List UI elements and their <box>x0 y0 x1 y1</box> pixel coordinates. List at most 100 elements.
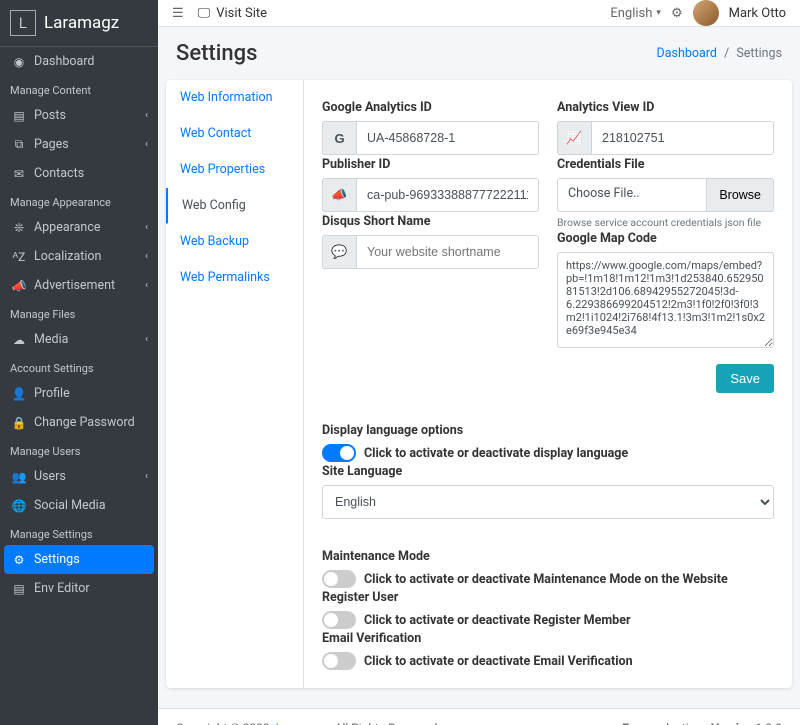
cred-file-label[interactable]: Choose File.. <box>557 178 707 212</box>
tab-pane: Google Analytics ID G Publisher ID 📣 <box>304 98 774 670</box>
monitor-icon: 🖵 <box>198 6 211 21</box>
sidebar-item-env-editor[interactable]: ▤Env Editor <box>0 574 158 603</box>
gauge-icon: ◉ <box>10 55 28 69</box>
version-label: Version <box>711 721 752 725</box>
sidebar-item-social-media[interactable]: 🌐Social Media <box>0 491 158 520</box>
chevron-left-icon: ‹ <box>145 471 148 482</box>
chevron-left-icon: ‹ <box>145 334 148 345</box>
tab-web-backup[interactable]: Web Backup <box>166 224 303 260</box>
settings-card: Web Information Web Contact Web Properti… <box>166 80 792 688</box>
sidebar-item-settings[interactable]: ⚙Settings <box>4 545 154 574</box>
copy-icon: ⧉ <box>10 137 28 152</box>
topnav: ☰ 🖵 Visit Site English ▾ ⚙ Mark Otto <box>158 0 800 27</box>
tab-web-information[interactable]: Web Information <box>166 80 303 116</box>
display-language-toggle-label: Click to activate or deactivate display … <box>364 446 628 461</box>
sidebar-item-posts[interactable]: ▤Posts‹ <box>0 101 158 130</box>
cred-label: Credentials File <box>557 157 774 172</box>
chevron-left-icon: ‹ <box>145 251 148 262</box>
site-lang-label: Site Language <box>322 464 774 479</box>
ga-input[interactable] <box>356 121 539 155</box>
cred-hint: Browse service account credentials json … <box>557 216 774 229</box>
env-label: Env <box>622 721 642 725</box>
lock-icon: 🔒 <box>10 416 28 430</box>
tab-web-config[interactable]: Web Config <box>166 188 303 224</box>
sidebar-item-profile[interactable]: 👤Profile <box>0 379 158 408</box>
email-verification-toggle[interactable] <box>322 652 356 670</box>
rights: All Rights Reserved <box>335 721 438 725</box>
google-icon: G <box>322 121 356 155</box>
gear-icon[interactable]: ⚙ <box>671 6 683 21</box>
breadcrumb-dashboard[interactable]: Dashboard <box>656 46 716 61</box>
wand-icon: ❊ <box>10 221 28 235</box>
footer-brand-link[interactable]: Laramagz <box>276 721 329 725</box>
globe-icon: 🌐 <box>10 499 28 513</box>
sidebar-item-change-password[interactable]: 🔒Change Password <box>0 408 158 437</box>
sidebar-item-appearance[interactable]: ❊Appearance‹ <box>0 213 158 242</box>
users-icon: 👥 <box>10 470 28 484</box>
content-header: Settings Dashboard / Settings <box>158 27 800 80</box>
nav-header-account: Account Settings <box>0 354 158 379</box>
map-textarea[interactable]: https://www.google.com/maps/embed?pb=!1m… <box>557 252 774 348</box>
avatar[interactable] <box>693 0 719 26</box>
bullhorn-icon: 📣 <box>322 178 356 212</box>
file-code-icon: ▤ <box>10 582 28 596</box>
chevron-down-icon: ▾ <box>656 8 661 18</box>
settings-tabs: Web Information Web Contact Web Properti… <box>166 80 304 688</box>
email-verification-toggle-label: Click to activate or deactivate Email Ve… <box>364 654 633 669</box>
tab-web-permalinks[interactable]: Web Permalinks <box>166 260 303 296</box>
visit-site-link[interactable]: 🖵 Visit Site <box>198 6 267 21</box>
footer: Copyright © 2023 Laramagz All Rights Res… <box>158 708 800 725</box>
view-label: Analytics View ID <box>557 100 774 115</box>
version: 1.3.3 <box>755 721 782 725</box>
user-name[interactable]: Mark Otto <box>729 6 786 21</box>
disqus-input[interactable] <box>356 235 539 269</box>
sidebar-item-dashboard[interactable]: ◉Dashboard <box>0 47 158 76</box>
tab-web-properties[interactable]: Web Properties <box>166 152 303 188</box>
nav-header-settings: Manage Settings <box>0 520 158 545</box>
maintenance-toggle[interactable] <box>322 570 356 588</box>
chevron-left-icon: ‹ <box>145 139 148 150</box>
nav-header-users: Manage Users <box>0 437 158 462</box>
chevron-left-icon: ‹ <box>145 280 148 291</box>
tab-web-contact[interactable]: Web Contact <box>166 116 303 152</box>
hdd-icon: ☁ <box>10 333 28 347</box>
browse-button[interactable]: Browse <box>707 178 774 212</box>
sidebar-item-contacts[interactable]: ✉Contacts <box>0 159 158 188</box>
copyright: Copyright © 2023 <box>176 721 270 725</box>
publisher-input[interactable] <box>356 178 539 212</box>
disqus-label: Disqus Short Name <box>322 214 539 229</box>
register-toggle-label: Click to activate or deactivate Register… <box>364 613 631 628</box>
chevron-left-icon: ‹ <box>145 110 148 121</box>
reg-label: Register User <box>322 590 774 605</box>
chart-icon: 📈 <box>557 121 591 155</box>
sidebar: L Laramagz ◉Dashboard Manage Content ▤Po… <box>0 0 158 725</box>
sidebar-item-advertisement[interactable]: 📣Advertisement‹ <box>0 271 158 300</box>
nav-header-content: Manage Content <box>0 76 158 101</box>
menu-toggle-icon[interactable]: ☰ <box>172 6 184 21</box>
language-dropdown[interactable]: English ▾ <box>610 6 661 21</box>
file-icon: ▤ <box>10 109 28 123</box>
register-toggle[interactable] <box>322 611 356 629</box>
bullhorn-icon: 📣 <box>10 279 28 293</box>
brand-logo: L <box>10 10 36 36</box>
sidebar-item-localization[interactable]: ᴬZLocalization‹ <box>0 242 158 271</box>
breadcrumb: Dashboard / Settings <box>656 46 782 61</box>
cogs-icon: ⚙ <box>10 553 28 567</box>
publisher-label: Publisher ID <box>322 157 539 172</box>
save-button[interactable]: Save <box>716 364 774 393</box>
sidebar-item-users[interactable]: 👥Users‹ <box>0 462 158 491</box>
site-language-select[interactable]: English <box>322 485 774 519</box>
breadcrumb-current: Settings <box>736 46 782 61</box>
brand-text: Laramagz <box>44 13 119 33</box>
sidebar-item-pages[interactable]: ⧉Pages‹ <box>0 130 158 159</box>
sidebar-item-media[interactable]: ☁Media‹ <box>0 325 158 354</box>
page-title: Settings <box>176 41 257 66</box>
display-language-toggle[interactable] <box>322 444 356 462</box>
map-label: Google Map Code <box>557 231 774 246</box>
nav-header-appearance: Manage Appearance <box>0 188 158 213</box>
comments-icon: 💬 <box>322 235 356 269</box>
language-icon: ᴬZ <box>10 250 28 264</box>
view-input[interactable] <box>591 121 774 155</box>
chevron-left-icon: ‹ <box>145 222 148 233</box>
brand[interactable]: L Laramagz <box>0 0 158 47</box>
